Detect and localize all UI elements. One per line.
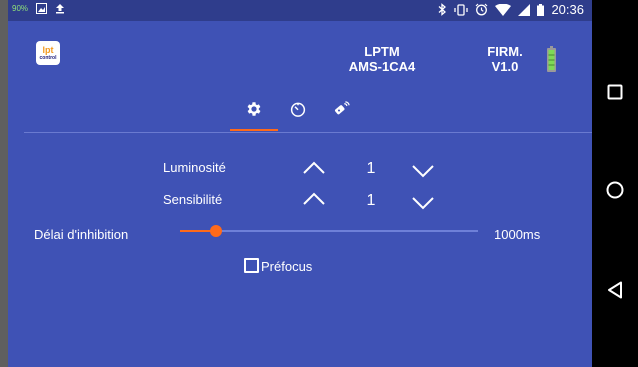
prefocus-label: Préfocus — [261, 259, 313, 274]
app-header: lpt control LPTM AMS-1CA4 FIRM. V1.0 — [8, 21, 592, 91]
vibrate-icon — [454, 3, 469, 16]
prefocus-checkbox[interactable] — [244, 258, 259, 273]
chevron-up-icon — [303, 161, 325, 174]
image-icon — [36, 3, 48, 14]
device-battery-icon — [547, 46, 556, 77]
luminosite-decrease-button[interactable] — [410, 162, 436, 180]
sensibilite-decrease-button[interactable] — [410, 194, 436, 212]
signal-icon — [518, 3, 531, 16]
logo-text-top: lpt — [42, 44, 54, 55]
sensibilite-increase-button[interactable] — [301, 190, 327, 208]
delai-slider-thumb[interactable] — [209, 225, 222, 237]
back-button[interactable] — [605, 280, 625, 300]
app-screen: 90% 20:36 lpt control LPTM AMS-1CA4 FIRM… — [8, 0, 592, 367]
status-bar: 90% 20:36 — [8, 0, 592, 21]
tab-settings[interactable] — [238, 93, 270, 125]
logo-text-bottom: control — [39, 54, 57, 61]
delai-label: Délai d'inhibition — [34, 227, 129, 242]
timer-icon — [290, 102, 306, 117]
delai-value: 1000ms — [494, 227, 541, 242]
tabs-divider — [24, 132, 592, 133]
alarm-icon — [475, 3, 488, 16]
chevron-up-icon — [303, 192, 325, 205]
wifi-icon — [495, 3, 512, 16]
triangle-back-icon — [608, 281, 622, 299]
luminosite-increase-button[interactable] — [301, 159, 327, 177]
battery-percent: 90% — [12, 4, 29, 13]
battery-icon — [537, 3, 545, 16]
tab-remote[interactable] — [326, 93, 358, 125]
clock-time: 20:36 — [551, 2, 584, 17]
bluetooth-icon — [438, 3, 447, 16]
sensibilite-label: Sensibilité — [163, 192, 223, 207]
delai-slider[interactable] — [180, 225, 478, 237]
device-line-1: LPTM — [364, 44, 400, 59]
app-logo: lpt control — [36, 41, 60, 65]
home-button[interactable] — [605, 180, 625, 200]
firmware-line-1: FIRM. — [487, 44, 523, 59]
recents-button[interactable] — [605, 82, 625, 102]
upload-icon — [55, 3, 65, 14]
tab-timer[interactable] — [282, 93, 314, 125]
firmware-version: FIRM. V1.0 — [480, 44, 530, 74]
circle-icon — [606, 181, 624, 199]
device-line-2: AMS-1CA4 — [348, 59, 416, 74]
remote-signal-icon — [334, 101, 350, 115]
sensibilite-value: 1 — [366, 192, 376, 209]
chevron-down-icon — [412, 165, 434, 178]
luminosite-label: Luminosité — [163, 160, 226, 175]
android-nav-bar — [592, 0, 638, 367]
square-icon — [607, 84, 623, 100]
firmware-line-2: V1.0 — [491, 59, 519, 74]
tab-indicator — [230, 129, 278, 131]
gear-icon — [247, 102, 261, 116]
device-name: LPTM AMS-1CA4 — [340, 44, 424, 74]
luminosite-value: 1 — [366, 160, 376, 177]
chevron-down-icon — [412, 197, 434, 210]
